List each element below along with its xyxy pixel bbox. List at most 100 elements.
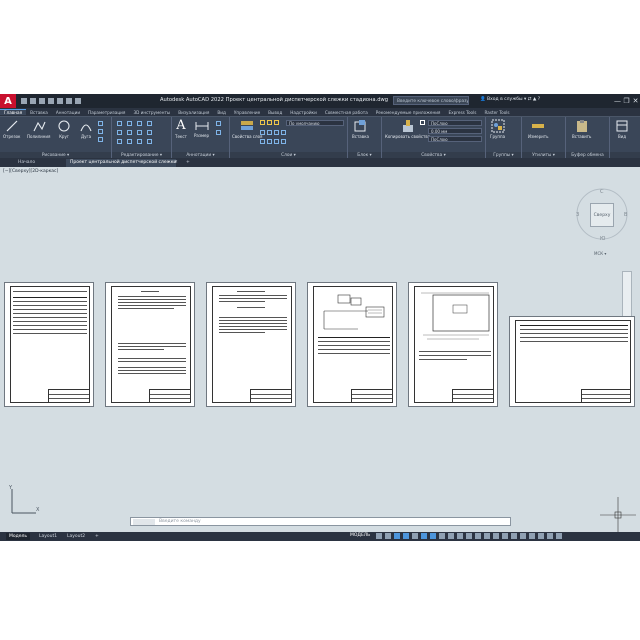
quick-properties-icon[interactable] (502, 533, 508, 539)
print-icon[interactable] (57, 98, 63, 104)
tab-featured-apps[interactable]: Рекомендуемые приложения (372, 110, 445, 115)
tab-render[interactable]: Визуализация (174, 110, 213, 115)
fillet-icon[interactable] (137, 130, 142, 135)
array-icon[interactable] (137, 139, 142, 144)
tab-3d-tools[interactable]: 3D инструменты (129, 110, 174, 115)
new-icon[interactable] (21, 98, 27, 104)
circle-tool[interactable]: Круг (57, 119, 71, 139)
drawing-sheet-3[interactable] (206, 282, 296, 407)
layer-current-icon[interactable] (260, 139, 265, 144)
layer-match-icon[interactable] (260, 130, 265, 135)
isodraft-icon[interactable] (412, 533, 418, 539)
polar-icon[interactable] (403, 533, 409, 539)
tab-addins[interactable]: Надстройки (286, 110, 321, 115)
paste-tool[interactable]: Вставить (572, 119, 591, 139)
save-as-icon[interactable] (48, 98, 54, 104)
line-tool[interactable]: Отрезок (3, 119, 20, 139)
mirror-icon[interactable] (127, 130, 132, 135)
selection-cycling-icon[interactable] (457, 533, 463, 539)
text-tool[interactable]: A Текст (175, 118, 187, 139)
isolate-objects-icon[interactable] (520, 533, 526, 539)
viewcube[interactable]: Сверху (590, 203, 614, 227)
tab-insert[interactable]: Вставка (26, 110, 52, 115)
drawing-sheet-2[interactable] (105, 282, 195, 407)
search-input[interactable]: Введите ключевое слово/фразу (393, 96, 469, 105)
tab-raster-tools[interactable]: Raster Tools (480, 110, 513, 115)
redo-icon[interactable] (75, 98, 81, 104)
drawing-sheet-4[interactable] (307, 282, 397, 407)
layer-iso-icon[interactable] (267, 130, 272, 135)
customize-icon[interactable] (547, 533, 553, 539)
dimension-tool[interactable]: Размер (194, 119, 209, 138)
annotation-scale-icon[interactable] (466, 533, 472, 539)
layer-merge-icon[interactable] (274, 139, 279, 144)
drawing-sheet-6[interactable] (509, 316, 635, 407)
drawing-sheet-1[interactable] (4, 282, 94, 407)
layer-lock-icon[interactable] (274, 120, 279, 125)
layer-unisolate-icon[interactable] (274, 130, 279, 135)
explode-icon[interactable] (147, 130, 152, 135)
copy-icon[interactable] (117, 130, 122, 135)
layer-dropdown[interactable]: По умолчанию (286, 120, 344, 126)
group-tool[interactable]: Группа (490, 119, 505, 139)
save-icon[interactable] (39, 98, 45, 104)
table-icon[interactable] (216, 130, 221, 135)
polyline-tool[interactable]: Полилиния (27, 119, 50, 139)
grid-icon[interactable] (376, 533, 382, 539)
lineweight-dropdown[interactable]: 0.00 мм (428, 128, 482, 134)
trim-icon[interactable] (137, 121, 142, 126)
sign-in-button[interactable]: 👤 Вход в службы ▾ ⇄ ▲ ? (480, 97, 540, 102)
minimize-button[interactable]: — (613, 94, 622, 108)
object-snap-icon[interactable] (430, 533, 436, 539)
layer-off-icon[interactable] (281, 130, 286, 135)
tab-start[interactable]: Начало (14, 159, 39, 167)
tab-home[interactable]: Главная (0, 109, 27, 115)
annotation-monitor-icon[interactable] (484, 533, 490, 539)
model-space-toggle[interactable]: МОДЕЛЬ (350, 533, 370, 538)
command-line[interactable]: Введите команду (130, 517, 511, 526)
scale-icon[interactable] (127, 139, 132, 144)
tab-model[interactable]: Модель (6, 533, 31, 540)
rotate-icon[interactable] (127, 121, 132, 126)
restore-button[interactable]: ❐ (622, 94, 631, 108)
close-button[interactable]: ✕ (631, 94, 640, 108)
insert-block-tool[interactable]: Вставка (352, 119, 369, 139)
tab-manage[interactable]: Управление (230, 110, 264, 115)
command-input[interactable]: Введите команду (159, 518, 201, 525)
hatch-icon[interactable] (98, 129, 103, 134)
arc-tool[interactable]: Дуга (79, 119, 93, 139)
layer-walk-icon[interactable] (267, 139, 272, 144)
lock-ui-icon[interactable] (511, 533, 517, 539)
tab-parametric[interactable]: Параметризация (84, 110, 129, 115)
layer-delete-icon[interactable] (281, 139, 286, 144)
color-dropdown[interactable]: ПоСлою (428, 120, 482, 126)
lineweight-icon[interactable] (439, 533, 445, 539)
snap-icon[interactable] (385, 533, 391, 539)
offset-icon[interactable] (147, 139, 152, 144)
ellipse-icon[interactable] (98, 137, 103, 142)
viewport-controls[interactable]: [−][Сверху][2D-каркас] (3, 169, 58, 174)
erase-icon[interactable] (147, 121, 152, 126)
tab-view[interactable]: Вид (213, 110, 230, 115)
transparency-icon[interactable] (448, 533, 454, 539)
stretch-icon[interactable] (117, 139, 122, 144)
tab-layout2[interactable]: Layout2 (64, 533, 88, 540)
measure-tool[interactable]: Измерить (528, 119, 548, 139)
drawing-sheet-5[interactable] (408, 282, 498, 407)
autocad-logo-button[interactable]: A (0, 94, 16, 108)
undo-icon[interactable] (66, 98, 72, 104)
tab-collaborate[interactable]: Совместная работа (321, 110, 372, 115)
drawing-canvas[interactable]: [−][Сверху][2D-каркас] С Ю З В Сверху МС… (0, 167, 640, 532)
wcs-menu[interactable]: МСК ▾ (594, 251, 606, 256)
tab-drawing-active[interactable]: Проект центральной диспетчерской слежки … (66, 159, 176, 167)
linetype-dropdown[interactable]: ПоСлою (428, 136, 482, 142)
hardware-acceleration-icon[interactable] (529, 533, 535, 539)
tab-annotate[interactable]: Аннотации (52, 110, 84, 115)
workspace-icon[interactable] (475, 533, 481, 539)
leader-icon[interactable] (216, 121, 221, 126)
tab-express-tools[interactable]: Express Tools (444, 110, 480, 115)
tab-layout1[interactable]: Layout1 (36, 533, 60, 540)
view-tool[interactable]: Вид (615, 119, 629, 139)
new-tab-button[interactable]: + (182, 159, 194, 167)
layer-properties-tool[interactable]: Свойства слоя (232, 119, 262, 139)
